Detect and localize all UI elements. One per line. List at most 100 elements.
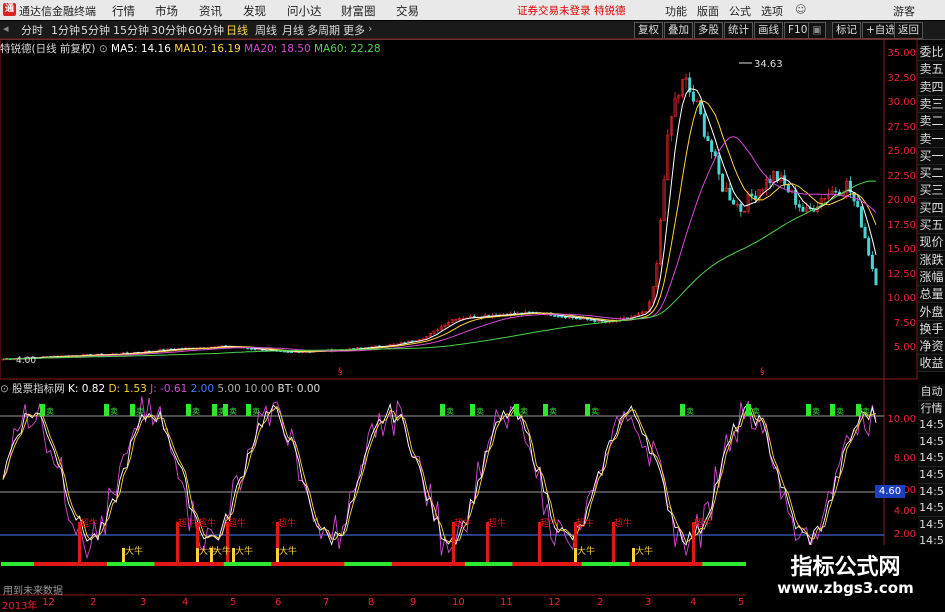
sell-signal-label: 卖 <box>591 407 599 416</box>
candle-body <box>801 206 805 212</box>
signal-bar-segment <box>548 562 554 566</box>
signal-bar-segment <box>110 562 115 566</box>
quote-field-8[interactable]: 买三 <box>918 182 945 200</box>
signal-bar-segment <box>117 562 123 566</box>
ma-lines-group <box>2 88 877 360</box>
candle-body <box>797 204 801 208</box>
tick-row-0[interactable]: 自动 <box>918 384 945 401</box>
price-y-tick: 35.00 <box>887 48 916 59</box>
signal-bar-segment <box>607 562 612 566</box>
quote-field-10[interactable]: 买五 <box>918 217 945 234</box>
signal-bar-segment <box>143 562 148 566</box>
candle-body <box>775 171 779 182</box>
super-bull-label: 超牛 <box>228 517 246 529</box>
indicator-y-tick: 10.00 <box>887 414 916 425</box>
quote-field-14[interactable]: 总量 <box>918 286 945 304</box>
signal-bar-segment <box>231 562 236 566</box>
candle-body <box>578 318 582 320</box>
quote-field-4[interactable]: 卖二 <box>918 113 945 131</box>
signal-bar-segment <box>22 562 28 566</box>
super-bull-label: 超牛 <box>694 517 712 529</box>
signal-bar-segment <box>643 562 649 566</box>
quote-field-9[interactable]: 买四 <box>918 199 945 217</box>
signal-bar-segment <box>304 562 309 566</box>
quote-field-15[interactable]: 外盘 <box>918 303 945 321</box>
signal-bar-segment <box>494 562 499 566</box>
tick-row-1[interactable]: 行情 <box>918 400 945 418</box>
sell-signal-label: 卖 <box>136 407 144 416</box>
event-marker-icon[interactable]: § <box>760 367 765 377</box>
signal-bar-segment <box>242 562 247 566</box>
signal-bar-segment <box>545 562 550 566</box>
signal-bar-segment <box>439 562 444 566</box>
signal-bar-segment <box>537 562 543 566</box>
signal-bar-segment <box>618 562 623 566</box>
candle-body <box>286 351 290 353</box>
signal-bar-segment <box>428 562 433 566</box>
tick-row-5[interactable]: 14:5 <box>918 467 945 484</box>
quote-field-11[interactable]: 现价 <box>918 234 945 252</box>
signal-bar-segment <box>486 562 492 566</box>
signal-bar-segment <box>684 562 689 566</box>
event-marker-icon[interactable]: § <box>338 367 343 377</box>
tick-row-3[interactable]: 14:5 <box>918 433 945 451</box>
signal-bar-segment <box>11 562 17 566</box>
signal-bar-segment <box>245 562 250 566</box>
signal-bar-segment <box>695 562 700 566</box>
signal-bar-segment <box>329 562 334 566</box>
signal-bar-segment <box>614 562 619 566</box>
quote-field-3[interactable]: 卖三 <box>918 95 945 113</box>
quote-field-0[interactable]: 委比 <box>918 44 945 61</box>
signal-bar-segment <box>720 562 725 566</box>
tick-row-4[interactable]: 14:5 <box>918 450 945 468</box>
signal-bar-segment <box>234 562 239 566</box>
signal-bar-segment <box>212 562 218 566</box>
quote-field-17[interactable]: 净资 <box>918 338 945 356</box>
signal-bar-segment <box>30 562 35 566</box>
big-bull-label: 大牛 <box>279 545 297 557</box>
chart-canvas[interactable]: 卖卖卖卖卖卖卖卖卖卖卖卖卖卖卖卖卖超牛 超牛 超牛 超牛 超牛 超牛 超牛 超牛 超牛 超牛 超牛大… <box>0 0 945 609</box>
tick-row-6[interactable]: 14:5 <box>918 483 945 501</box>
signal-bar-segment <box>665 562 670 566</box>
sell-signal-label: 卖 <box>46 407 54 416</box>
quote-field-13[interactable]: 涨幅 <box>918 268 945 286</box>
signal-bar-segment <box>399 562 404 566</box>
signal-bar-segment <box>432 562 437 566</box>
quote-field-18[interactable]: 收益 <box>918 355 945 373</box>
signal-bar-segment <box>194 562 199 566</box>
signal-bar-segment <box>402 562 407 566</box>
signal-bar-segment <box>479 562 484 566</box>
tick-row-8[interactable]: 14:5 <box>918 516 945 534</box>
quote-field-7[interactable]: 买二 <box>918 165 945 183</box>
signal-bar-segment <box>150 562 155 566</box>
quote-field-16[interactable]: 换手 <box>918 320 945 338</box>
price-y-tick: 5.00 <box>893 342 916 353</box>
signal-bar-segment <box>315 562 320 566</box>
quote-field-2[interactable]: 卖四 <box>918 78 945 96</box>
quote-field-6[interactable]: 买一 <box>918 147 945 165</box>
signal-bar-segment <box>519 562 524 566</box>
signal-bar-segment <box>307 562 313 566</box>
signal-bar-segment <box>271 562 276 566</box>
quote-field-12[interactable]: 涨跌 <box>918 251 945 269</box>
signal-bar-segment <box>348 562 353 566</box>
price-y-tick: 10.00 <box>887 293 916 304</box>
tick-row-2[interactable]: 14:5 <box>918 417 945 435</box>
signal-bar-segment <box>530 562 535 566</box>
signal-bar-segment <box>274 562 280 566</box>
candle-body <box>706 136 710 141</box>
quote-field-1[interactable]: 卖五 <box>918 61 945 79</box>
signal-bar-segment <box>139 562 145 566</box>
sell-signal-marker <box>223 404 228 416</box>
signal-bar-segment <box>636 562 641 566</box>
kdj-lines-group <box>2 396 877 560</box>
tick-row-7[interactable]: 14:5 <box>918 500 945 518</box>
signal-bar-segment <box>541 562 546 566</box>
signal-bar-segment <box>66 562 71 566</box>
quote-field-5[interactable]: 卖一 <box>918 130 945 148</box>
signal-bar-segment <box>282 562 287 566</box>
signal-bar-segment <box>333 562 338 566</box>
candle-body <box>874 268 878 285</box>
signal-bar-segment <box>574 562 579 566</box>
signal-bar-segment <box>632 562 638 566</box>
